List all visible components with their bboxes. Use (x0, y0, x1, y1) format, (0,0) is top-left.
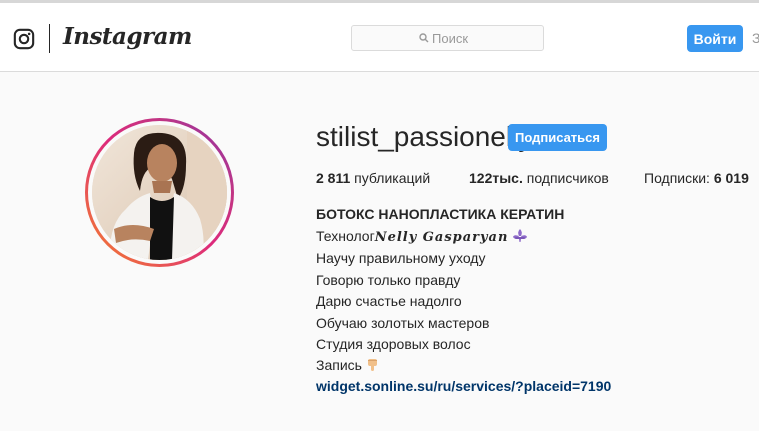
posts-count: 2 811 публикаций (316, 170, 430, 186)
posts-count-value: 2 811 (316, 170, 351, 186)
search-box[interactable] (351, 25, 544, 51)
story-ring[interactable] (85, 118, 234, 267)
profile-username: stilist_passionelly (316, 121, 533, 152)
bio-technolog-name: 𝑵𝒆𝒍𝒍𝒚 𝑮𝒂𝒔𝒑𝒂𝒓𝒚𝒂𝒏 (374, 230, 509, 245)
bio-line-2: Научу правильному уходу (316, 250, 486, 266)
posts-count-label: публикаций (354, 170, 431, 186)
follow-button[interactable]: Подписаться (508, 124, 607, 151)
bio-title: БОТОКС НАНОПЛАСТИКА КЕРАТИН (316, 206, 565, 222)
avatar-photo (92, 125, 227, 260)
avatar[interactable] (92, 125, 227, 260)
following-count-value: 6 019 (713, 170, 749, 186)
pointing-down-hand-icon (367, 359, 377, 371)
bio-line-5: Обучаю золотых мастеров (316, 315, 490, 331)
search-icon (419, 33, 429, 43)
bio-line-4: Дарю счастье надолго (316, 293, 462, 309)
bio-technolog-prefix: Технолог (316, 228, 375, 244)
bio-line-technolog: Технолог𝑵𝒆𝒍𝒍𝒚 𝑮𝒂𝒔𝒑𝒂𝒓𝒚𝒂𝒏 (316, 228, 528, 245)
signup-link-clipped[interactable]: З (752, 30, 759, 46)
fleur-de-lis-icon (513, 229, 528, 242)
bio-line-record: Запись (316, 357, 379, 373)
instagram-glyph-icon[interactable] (13, 28, 35, 50)
instagram-wordmark[interactable]: Instagram (63, 23, 192, 50)
bio-website-link[interactable]: widget.sonline.su/ru/services/?placeid=7… (316, 378, 611, 394)
avatar-border (88, 121, 231, 264)
following-count[interactable]: Подписки: 6 019 (644, 170, 749, 186)
followers-count-label: подписчиков (526, 170, 609, 186)
followers-count[interactable]: 122тыс. подписчиков (469, 170, 609, 186)
top-navigation-bar: Instagram Войти З (0, 3, 759, 72)
followers-count-value: 122тыс. (469, 170, 523, 186)
bio-line-6: Студия здоровых волос (316, 336, 471, 352)
following-count-label: Подписки: (644, 170, 710, 186)
logo-divider (49, 24, 50, 53)
search-input[interactable] (432, 29, 540, 47)
login-button[interactable]: Войти (687, 25, 743, 52)
bio-line-3: Говорю только правду (316, 272, 461, 288)
bio-record-label: Запись (316, 357, 362, 373)
